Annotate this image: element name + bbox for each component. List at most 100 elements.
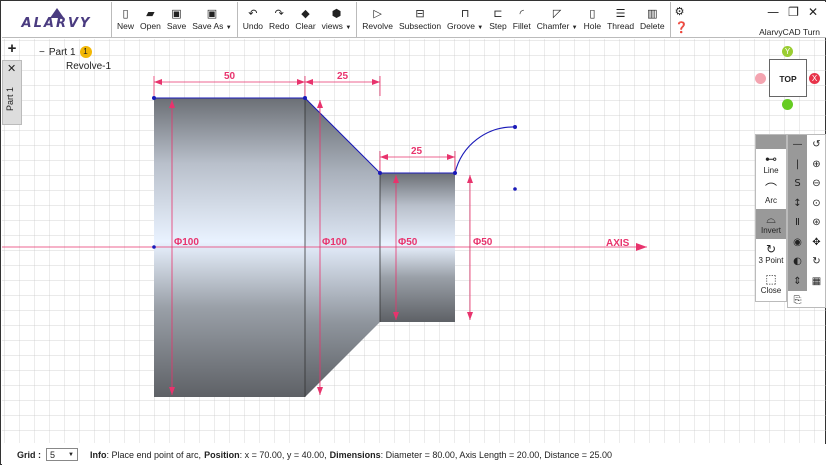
dim-text-dia4[interactable]: Φ50 — [473, 237, 493, 248]
chamfer-icon: ◸ — [552, 7, 562, 20]
undo-button[interactable]: ↶ Undo — [240, 2, 266, 37]
sketch-vertex[interactable] — [453, 171, 457, 175]
zoom-in-icon[interactable]: ⊕ — [807, 155, 826, 175]
brand-logo: ALARVY — [2, 2, 112, 37]
dim-text-len2[interactable]: 25 — [337, 71, 349, 82]
refresh-icon[interactable]: ↻ — [807, 252, 826, 272]
close-tab-icon[interactable]: ✕ — [7, 62, 16, 75]
arc-icon: ⌒ — [764, 182, 777, 196]
minimize-icon[interactable]: — — [767, 5, 779, 19]
hole-icon: ▯ — [589, 7, 596, 20]
dim-text-len3[interactable]: 25 — [411, 146, 423, 157]
open-button[interactable]: ▰ Open — [137, 2, 164, 37]
step-button[interactable]: ⊏ Step — [486, 2, 510, 37]
position-label: Position — [204, 449, 240, 460]
position-text: : x = 70.00, y = 40.00, — [239, 449, 327, 460]
close-icon[interactable]: ✕ — [808, 5, 818, 19]
fillet-button[interactable]: ◜ Fillet — [510, 2, 534, 37]
arc-tool[interactable]: ⌒ Arc — [756, 179, 786, 209]
part-tab[interactable]: ✕ Part 1 — [2, 60, 22, 125]
invert-arc-icon: ⌓ — [766, 212, 776, 226]
y-axis-dot[interactable]: Y — [782, 46, 793, 57]
line-style-icon[interactable]: — — [788, 135, 807, 155]
view-tools-panel: — ↺ | ⊕ S ⊖ ↕ ⊙ Ⅱ ⊛ ◉ ✥ ◐ ↻ ⇕ ▦ ⎘ — [787, 134, 826, 308]
sketch-vertex[interactable] — [303, 96, 307, 100]
rotate-view-icon[interactable]: ↺ — [807, 135, 826, 155]
bottom-view-dot[interactable] — [782, 99, 793, 110]
settings-help-group: ⚙ ❓ — [671, 2, 693, 37]
sketch-vertex[interactable] — [152, 96, 156, 100]
chamfer-dropdown[interactable]: ◸ Chamfer ▼ — [534, 2, 581, 37]
chevron-down-icon: ▼ — [571, 25, 578, 31]
revolve-icon: ▷ — [373, 7, 382, 20]
folder-open-icon: ▰ — [146, 7, 155, 20]
groove-icon: ⊓ — [460, 7, 470, 20]
add-part-button[interactable]: + — [4, 41, 20, 57]
close-shape-tool[interactable]: ⬚ Close — [756, 269, 786, 299]
collapse-icon[interactable]: − — [39, 47, 45, 58]
drawing-svg[interactable]: AXIS 50 25 25 Φ100 Φ100 Φ50 Φ50 — [2, 39, 826, 443]
tree-part-row[interactable]: − Part 1 1 — [39, 46, 111, 58]
thread-button[interactable]: ☰ Thread — [604, 2, 637, 37]
zoom-fit-icon[interactable]: ⊙ — [807, 194, 826, 214]
vertical-dim-icon[interactable]: ↕ — [788, 193, 807, 213]
brand-name: ALARVY — [21, 16, 92, 31]
new-button[interactable]: ▯ New — [114, 2, 137, 37]
chevron-down-icon: ▼ — [345, 25, 352, 31]
x-axis-dot[interactable]: X — [809, 73, 820, 84]
chevron-down-icon: ▼ — [477, 25, 484, 31]
spline-icon[interactable]: S — [788, 174, 807, 194]
status-bar: Grid : 5 ▼ Info : Place end point of arc,… — [2, 444, 826, 465]
arc-center-point[interactable] — [513, 187, 517, 191]
hole-button[interactable]: ▯ Hole — [581, 2, 604, 37]
dim-text-dia3[interactable]: Φ50 — [398, 237, 418, 248]
restore-icon[interactable]: ❐ — [788, 5, 799, 19]
app-window: ALARVY ▯ New ▰ Open ▣ Save ▣ Save As ▼ ↶ Undo… — [0, 0, 826, 465]
dim-text-len1[interactable]: 50 — [224, 71, 236, 82]
zoom-window-icon[interactable]: ⊛ — [807, 213, 826, 233]
subsection-button[interactable]: ⊟ Subsection — [396, 2, 444, 37]
screenshot-icon[interactable]: ⎘ — [788, 291, 807, 311]
trash-icon: ▥ — [647, 7, 658, 20]
save-button[interactable]: ▣ Save — [164, 2, 189, 37]
visibility-icon[interactable]: ◉ — [788, 232, 807, 252]
three-point-arc-tool[interactable]: ↻ 3 Point — [756, 239, 786, 269]
groove-dropdown[interactable]: ⊓ Groove ▼ — [444, 2, 486, 37]
dim-text-dia1[interactable]: Φ100 — [174, 237, 199, 248]
tree-feature-revolve[interactable]: Revolve-1 — [66, 61, 111, 72]
line-icon: ⊷ — [765, 152, 777, 166]
side-panel: + ✕ Part 1 — [2, 39, 22, 125]
zoom-out-icon[interactable]: ⊖ — [807, 174, 826, 194]
redo-icon: ↷ — [274, 7, 284, 20]
view-cube[interactable]: TOP — [769, 59, 807, 97]
clear-button[interactable]: ◆ Clear — [292, 2, 318, 37]
arc-end-point[interactable] — [513, 125, 517, 129]
invert-arc-tool[interactable]: ⌓ Invert — [756, 209, 786, 239]
pan-icon[interactable]: ✥ — [807, 233, 826, 253]
vertical-line-icon[interactable]: | — [788, 154, 807, 174]
sketch-vertex[interactable] — [378, 171, 382, 175]
close-shape-icon: ⬚ — [765, 272, 777, 286]
grid-icon[interactable]: ▦ — [807, 272, 826, 292]
delete-button[interactable]: ▥ Delete — [637, 2, 668, 37]
dimension-icon[interactable]: Ⅱ — [788, 213, 807, 233]
dim-text-dia2[interactable]: Φ100 — [322, 237, 347, 248]
part-badge: 1 — [79, 46, 92, 58]
info-text: : Place end point of arc, — [106, 449, 202, 460]
gear-icon[interactable]: ⚙ — [675, 5, 689, 18]
axis-origin-point[interactable] — [152, 245, 156, 249]
expand-icon[interactable]: ⇕ — [788, 271, 807, 291]
line-tool[interactable]: ⊷ Line — [756, 149, 786, 179]
revolve-button[interactable]: ▷ Revolve — [359, 2, 396, 37]
help-icon[interactable]: ❓ — [675, 21, 689, 34]
save-as-button[interactable]: ▣ Save As ▼ — [189, 2, 235, 37]
redo-button[interactable]: ↷ Redo — [266, 2, 292, 37]
grid-size-select[interactable]: 5 ▼ — [46, 448, 78, 461]
left-view-dot[interactable] — [755, 73, 766, 84]
floppy-export-icon: ▣ — [206, 7, 218, 20]
drawing-canvas[interactable]: AXIS 50 25 25 Φ100 Φ100 Φ50 Φ50 — [2, 39, 826, 443]
dimensions-text: : Diameter = 80.00, Axis Length = 20.00,… — [380, 449, 613, 460]
contrast-icon[interactable]: ◐ — [788, 252, 807, 272]
part-tab-label: Part 1 — [5, 86, 15, 111]
views-dropdown[interactable]: ⬢ views ▼ — [319, 2, 355, 37]
